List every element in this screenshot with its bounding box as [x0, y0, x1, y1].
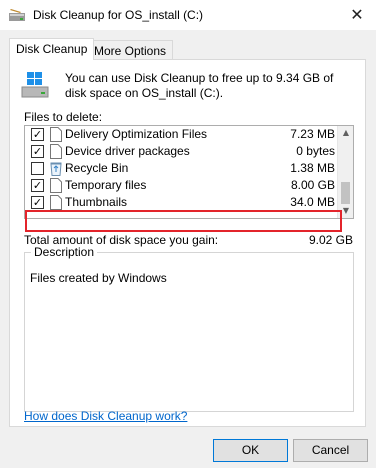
scroll-up-arrow-icon[interactable]: ▲ — [338, 126, 353, 140]
checkbox[interactable]: ✓ — [31, 179, 44, 192]
total-space-value: 9.02 GB — [308, 233, 353, 247]
help-link[interactable]: How does Disk Cleanup work? — [24, 409, 187, 423]
file-icon — [50, 144, 62, 159]
title-bar: Disk Cleanup for OS_install (C:) ✕ — [0, 0, 376, 30]
recycle-bin-icon — [50, 162, 62, 176]
checkbox[interactable]: ✓ — [31, 128, 44, 141]
file-icon — [50, 127, 62, 142]
disk-cleanup-app-icon — [9, 9, 25, 21]
tab-disk-cleanup[interactable]: Disk Cleanup — [9, 38, 95, 60]
checkbox[interactable]: ✓ — [31, 145, 44, 158]
cancel-button[interactable]: Cancel — [293, 439, 368, 462]
file-size: 34.0 MB — [290, 195, 335, 209]
windows-drive-icon — [21, 72, 49, 98]
description-group: Description Files created by Windows — [24, 245, 354, 412]
file-icon — [50, 178, 62, 193]
file-name: Thumbnails — [65, 195, 128, 209]
scrollbar-thumb[interactable] — [341, 182, 350, 204]
file-size: 7.23 MB — [290, 127, 335, 141]
tab-more-options[interactable]: More Options — [87, 40, 174, 61]
file-name: Recycle Bin — [65, 161, 129, 175]
intro-text: You can use Disk Cleanup to free up to 9… — [65, 71, 334, 100]
file-name: Device driver packages — [65, 144, 190, 158]
files-to-delete-list[interactable]: ✓ Delivery Optimization Files 7.23 MB ✓ … — [24, 125, 354, 219]
list-item[interactable]: ✓ Thumbnails 34.0 MB — [25, 194, 339, 211]
checkbox[interactable] — [31, 162, 44, 175]
dialog-client-area: Disk Cleanup More Options You can use Di… — [0, 30, 376, 468]
file-name: Delivery Optimization Files — [65, 127, 208, 141]
file-size: 1.38 MB — [290, 161, 335, 175]
window-title: Disk Cleanup for OS_install (C:) — [33, 8, 204, 22]
list-item[interactable]: ✓ Delivery Optimization Files 7.23 MB — [25, 126, 339, 143]
close-button[interactable]: ✕ — [346, 4, 368, 26]
list-item[interactable]: Recycle Bin 1.38 MB — [25, 160, 339, 177]
file-icon — [50, 195, 62, 210]
description-text: Files created by Windows — [30, 271, 167, 285]
checkbox[interactable]: ✓ — [31, 196, 44, 209]
ok-button[interactable]: OK — [213, 439, 288, 462]
tab-panel: You can use Disk Cleanup to free up to 9… — [9, 59, 366, 427]
list-item[interactable]: ✓ Device driver packages 0 bytes — [25, 143, 339, 160]
file-size: 0 bytes — [296, 144, 335, 158]
list-scrollbar[interactable]: ▲ ▼ — [337, 126, 353, 218]
files-to-delete-label: Files to delete: — [24, 110, 103, 124]
scroll-down-arrow-icon[interactable]: ▼ — [338, 204, 353, 218]
file-size: 8.00 GB — [290, 178, 335, 192]
list-item[interactable]: ✓ Temporary files 8.00 GB — [25, 177, 339, 194]
description-legend: Description — [31, 245, 98, 259]
file-name: Temporary files — [65, 178, 147, 192]
